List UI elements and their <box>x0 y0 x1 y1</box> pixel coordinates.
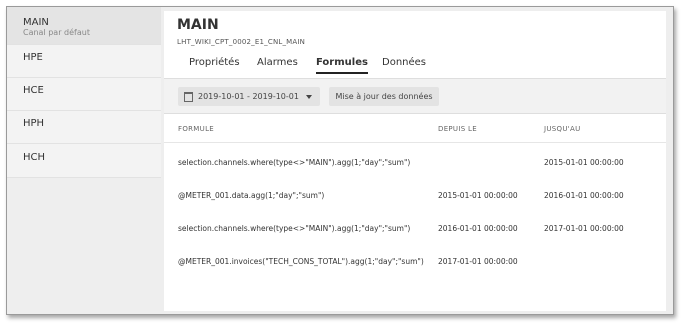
sidebar-item-label: HPH <box>23 118 45 129</box>
formula-cell: selection.channels.where(type<>"MAIN").a… <box>178 158 411 167</box>
channel-panel: MAIN LHT_WIKI_CPT_0002_E1_CNL_MAIN Propr… <box>164 11 666 311</box>
column-header-jusqu: JUSQU'AU <box>544 125 581 133</box>
sidebar-item-hce[interactable]: HCE <box>7 78 161 111</box>
since-cell: 2015-01-01 00:00:00 <box>438 191 518 200</box>
sidebar-item-label: HCE <box>23 85 44 96</box>
tab-alarmes[interactable]: Alarmes <box>257 57 298 72</box>
column-header-depuis: DEPUIS LE <box>438 125 477 133</box>
update-data-button[interactable]: Mise à jour des données <box>329 87 439 106</box>
formula-cell: @METER_001.data.agg(1;"day";"sum") <box>178 191 325 200</box>
sidebar-item-label: HCH <box>23 152 46 163</box>
toolbar: 2019-10-01 - 2019-10-01 Mise à jour des … <box>164 78 666 114</box>
page-title: MAIN <box>177 17 219 33</box>
since-cell: 2016-01-01 00:00:00 <box>438 224 518 233</box>
sidebar-item-label: HPE <box>23 52 43 63</box>
formula-cell: @METER_001.invoices("TECH_CONS_TOTAL").a… <box>178 257 424 266</box>
until-cell: 2016-01-01 00:00:00 <box>544 191 624 200</box>
sidebar-item-hch[interactable]: HCH <box>7 144 161 178</box>
date-range-label: 2019-10-01 - 2019-10-01 <box>198 92 299 101</box>
calendar-icon <box>184 92 193 102</box>
tab-formules[interactable]: Formules <box>316 57 368 74</box>
sidebar-item-hph[interactable]: HPH <box>7 111 161 144</box>
tab-proprietes[interactable]: Propriétés <box>189 57 240 72</box>
sidebar-item-main[interactable]: MAIN Canal par défaut <box>7 7 161 45</box>
header-divider <box>164 142 666 143</box>
until-cell: 2015-01-01 00:00:00 <box>544 158 624 167</box>
column-header-formule: FORMULE <box>178 125 214 133</box>
sidebar-item-hpe[interactable]: HPE <box>7 45 161 78</box>
sidebar-item-label: MAIN <box>23 17 49 28</box>
formula-cell: selection.channels.where(type<>"MAIN").a… <box>178 224 411 233</box>
chevron-down-icon <box>306 95 312 99</box>
date-range-button[interactable]: 2019-10-01 - 2019-10-01 <box>178 87 320 106</box>
until-cell: 2017-01-01 00:00:00 <box>544 224 624 233</box>
sidebar-item-sublabel: Canal par défaut <box>23 28 90 37</box>
app-window: MAIN Canal par défaut HPE HCE HPH HCH MA… <box>6 6 674 315</box>
channel-sidebar: MAIN Canal par défaut HPE HCE HPH HCH <box>7 7 164 178</box>
since-cell: 2017-01-01 00:00:00 <box>438 257 518 266</box>
tab-donnees[interactable]: Données <box>382 57 426 72</box>
channel-id: LHT_WIKI_CPT_0002_E1_CNL_MAIN <box>177 38 306 46</box>
